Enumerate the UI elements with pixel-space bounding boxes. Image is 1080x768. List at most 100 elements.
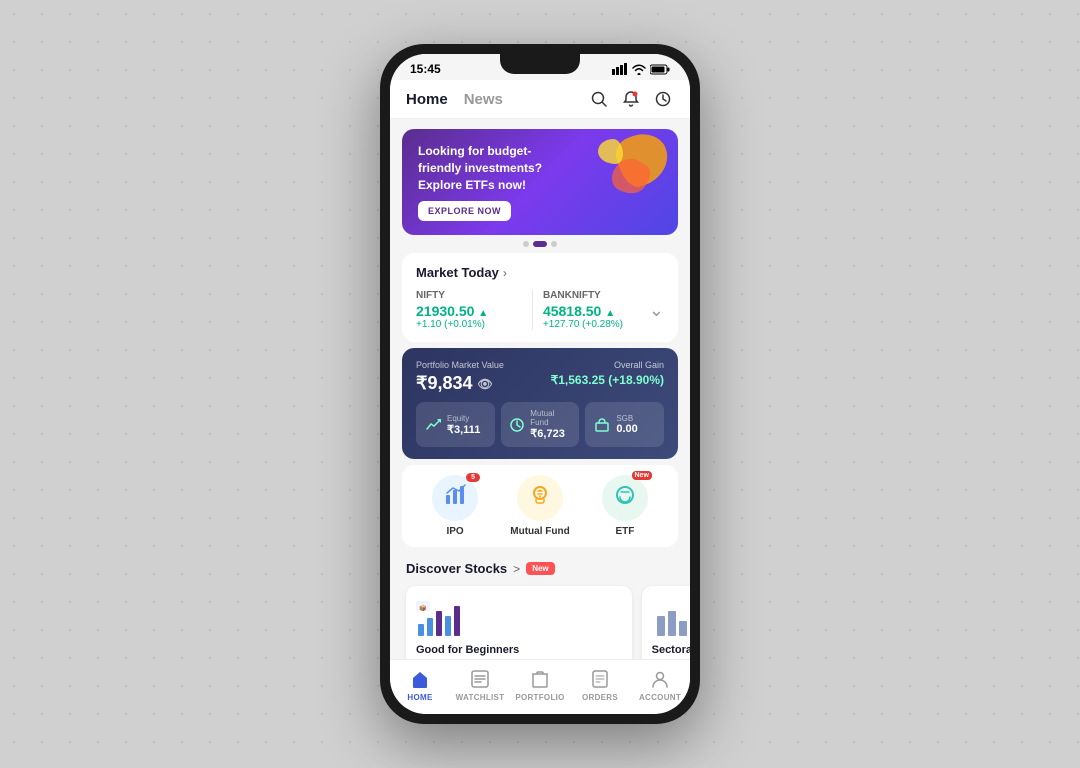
nav-home[interactable]: HOME <box>395 668 445 702</box>
watchlist-icon <box>469 668 491 690</box>
status-icons <box>612 63 670 75</box>
nifty-value: 21930.50 ▲ <box>416 303 522 319</box>
indicator-2 <box>533 241 547 247</box>
equity-info: Equity ₹3,111 <box>447 414 480 436</box>
header-actions <box>588 88 674 110</box>
stock-card-title-2: Sectoral Themes <box>652 644 690 656</box>
banknifty-item: BANKNIFTY 45818.50 ▲ +127.70 (+0.28%) <box>543 290 649 330</box>
portfolio-left: Portfolio Market Value ₹9,834 👁 <box>416 360 504 394</box>
ipo-label: IPO <box>446 526 463 537</box>
discover-new-tag: New <box>526 562 554 575</box>
battery-icon <box>650 64 670 75</box>
stock-card-title-1: Good for Beginners <box>416 644 622 656</box>
header: Home News <box>390 80 690 119</box>
banner-section: Looking for budget-friendly investments?… <box>402 129 678 235</box>
sgb-label: SGB <box>616 414 637 423</box>
ipo-action[interactable]: 5 IPO <box>432 475 478 537</box>
mf-value: ₹6,723 <box>530 427 571 440</box>
tab-news[interactable]: News <box>464 91 503 108</box>
phone-notch <box>500 54 580 74</box>
mf-icon <box>509 416 526 434</box>
clock-button[interactable] <box>652 88 674 110</box>
mf-info: Mutual Fund ₹6,723 <box>530 409 571 440</box>
etf-icon-wrap: New <box>602 475 648 521</box>
portfolio-label: Portfolio Market Value <box>416 360 504 370</box>
sgb-value: 0.00 <box>616 423 637 435</box>
market-header[interactable]: Market Today › <box>416 265 664 280</box>
phone-frame: 15:45 <box>380 44 700 724</box>
etf-action[interactable]: New ETF <box>602 475 648 537</box>
status-time: 15:45 <box>410 62 441 76</box>
ipo-icon-wrap: 5 <box>432 475 478 521</box>
gain-value: ₹1,563.25 (+18.90%) <box>551 373 664 387</box>
discover-header: Discover Stocks > New <box>390 553 690 582</box>
mf-icon-wrap <box>517 475 563 521</box>
explore-button[interactable]: EXPLORE NOW <box>418 201 511 221</box>
indicator-1 <box>523 241 529 247</box>
ipo-icon <box>443 483 467 513</box>
nifty-change: +1.10 (+0.01%) <box>416 319 522 330</box>
search-button[interactable] <box>588 88 610 110</box>
expand-icon[interactable]: ⌄ <box>649 300 664 321</box>
stock-card-sectoral[interactable]: Sectoral Themes Explore stocks of differ… <box>642 586 690 659</box>
nav-account[interactable]: ACCOUNT <box>635 668 685 702</box>
mf-action-icon <box>528 483 552 513</box>
quick-actions: 5 IPO Mutual Fund <box>402 465 678 547</box>
nifty-item: NIFTY 21930.50 ▲ +1.10 (+0.01%) <box>416 290 522 330</box>
portfolio-section: Portfolio Market Value ₹9,834 👁 Overall … <box>402 348 678 459</box>
stock-card-beginners[interactable]: 📦 Good for Beginners Stocks suggestions … <box>406 586 632 659</box>
phone-screen: 15:45 <box>390 54 690 714</box>
svg-text:📦: 📦 <box>419 604 426 612</box>
sgb-info: SGB 0.00 <box>616 414 637 435</box>
nav-watchlist-label: WATCHLIST <box>456 693 505 702</box>
discover-title: Discover Stocks <box>406 561 507 576</box>
nav-account-label: ACCOUNT <box>639 693 681 702</box>
nav-home-label: HOME <box>407 693 432 702</box>
home-icon <box>409 668 431 690</box>
market-section: Market Today › NIFTY 21930.50 ▲ +1.10 (+… <box>402 253 678 342</box>
account-icon <box>649 668 671 690</box>
bell-button[interactable] <box>620 88 642 110</box>
mf-card[interactable]: Mutual Fund ₹6,723 <box>501 402 580 447</box>
nav-watchlist[interactable]: WATCHLIST <box>455 668 505 702</box>
market-row: NIFTY 21930.50 ▲ +1.10 (+0.01%) BANKNIFT… <box>416 290 664 330</box>
banknifty-arrow-icon: ▲ <box>605 308 615 319</box>
stock-card-img-1: 📦 <box>416 596 466 636</box>
banner-indicators <box>390 241 690 247</box>
equity-value: ₹3,111 <box>447 423 480 436</box>
screen-content: Home News <box>390 80 690 659</box>
etf-icon <box>613 483 637 513</box>
portfolio-value: ₹9,834 👁 <box>416 373 504 394</box>
equity-card[interactable]: Equity ₹3,111 <box>416 402 495 447</box>
signal-icon <box>612 63 628 75</box>
portfolio-header: Portfolio Market Value ₹9,834 👁 Overall … <box>416 360 664 394</box>
market-title: Market Today <box>416 265 499 280</box>
portfolio-cards: Equity ₹3,111 Mutual Fund ₹6,723 <box>416 402 664 447</box>
nifty-label: NIFTY <box>416 290 522 301</box>
market-arrow: › <box>503 266 507 280</box>
mf-action-label: Mutual Fund <box>510 526 569 537</box>
banner-text: Looking for budget-friendly investments?… <box>418 143 552 193</box>
etf-new-badge: New <box>632 471 652 480</box>
banner-shape3 <box>598 139 623 164</box>
nifty-arrow-icon: ▲ <box>478 308 488 319</box>
portfolio-right: Overall Gain ₹1,563.25 (+18.90%) <box>551 360 664 394</box>
equity-label: Equity <box>447 414 480 423</box>
gain-label: Overall Gain <box>551 360 664 370</box>
portfolio-nav-icon <box>529 668 551 690</box>
nav-portfolio[interactable]: PORTFOLIO <box>515 668 565 702</box>
bottom-nav: HOME WATCHLIST <box>390 659 690 714</box>
equity-icon <box>424 416 442 434</box>
header-tabs: Home News <box>406 91 503 108</box>
stock-card-img-2 <box>652 596 690 636</box>
market-divider <box>532 290 533 330</box>
etf-label: ETF <box>615 526 634 537</box>
banknifty-label: BANKNIFTY <box>543 290 649 301</box>
sgb-card[interactable]: SGB 0.00 <box>585 402 664 447</box>
mf-action[interactable]: Mutual Fund <box>510 475 569 537</box>
banknifty-change: +127.70 (+0.28%) <box>543 319 649 330</box>
eye-icon[interactable]: 👁 <box>478 377 493 391</box>
tab-home[interactable]: Home <box>406 91 448 108</box>
nav-orders[interactable]: ORDERS <box>575 668 625 702</box>
stocks-scroll: 📦 Good for Beginners Stocks suggestions … <box>390 582 690 659</box>
